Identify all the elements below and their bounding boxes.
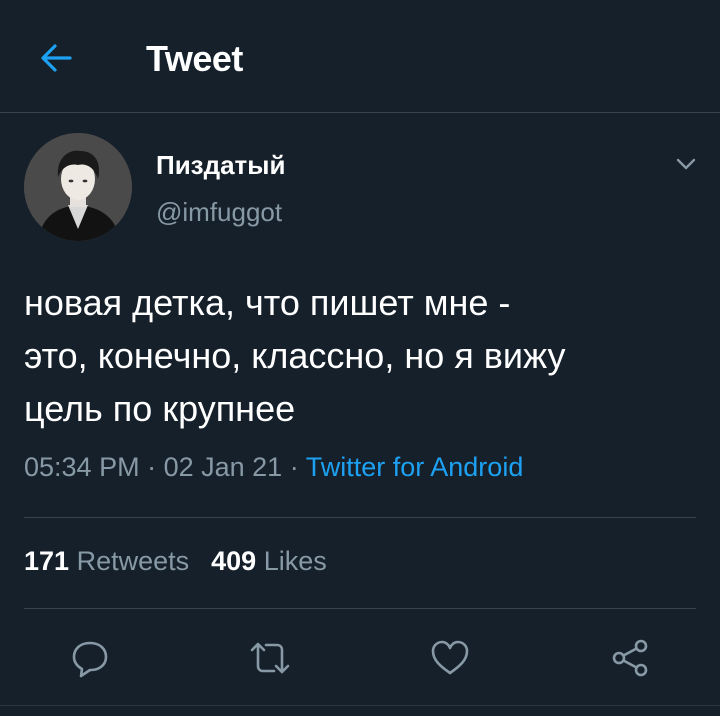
likes-label: Likes [263, 546, 327, 576]
likes-count: 409 [211, 546, 257, 576]
avatar[interactable] [24, 133, 132, 241]
retweets-label: Retweets [76, 546, 190, 576]
retweet-icon [250, 642, 290, 674]
action-bar [0, 630, 720, 686]
meta-separator: · [289, 452, 306, 482]
likes-stat[interactable]: 409 Likes [211, 546, 327, 576]
retweets-stat[interactable]: 171 Retweets [24, 546, 189, 576]
arrow-left-icon [41, 44, 72, 72]
user-name[interactable]: Пиздатый [156, 150, 285, 181]
tweet-line: новая детка, что пишет мне - [24, 282, 511, 323]
tweet-time: 05:34 PM [24, 452, 140, 482]
more-options-button[interactable] [672, 150, 700, 178]
share-button[interactable] [602, 630, 658, 686]
tweet-line: это, конечно, классно, но я вижу [24, 335, 566, 376]
chevron-down-icon [676, 158, 696, 170]
divider [24, 517, 696, 518]
tweet-source-link[interactable]: Twitter for Android [306, 452, 524, 482]
share-icon [612, 639, 648, 677]
avatar-image [24, 133, 132, 241]
divider [24, 608, 696, 609]
meta-separator: · [147, 452, 164, 482]
like-icon [431, 640, 469, 675]
tweet-text: новая детка, что пишет мне - это, конечн… [24, 276, 704, 435]
tweet-line: цель по крупнее [24, 388, 296, 429]
reply-icon [72, 641, 108, 678]
retweets-count: 171 [24, 546, 70, 576]
divider [0, 705, 720, 706]
user-handle[interactable]: @imfuggot [156, 197, 282, 228]
back-button[interactable] [36, 38, 76, 78]
reply-button[interactable] [62, 630, 118, 686]
page-title: Tweet [146, 38, 243, 79]
tweet-meta: 05:34 PM · 02 Jan 21 · Twitter for Andro… [24, 452, 523, 483]
tweet-stats: 171 Retweets 409 Likes [24, 546, 327, 577]
retweet-button[interactable] [242, 630, 298, 686]
like-button[interactable] [422, 630, 478, 686]
tweet-date: 02 Jan 21 [163, 452, 283, 482]
top-bar: Tweet [0, 0, 720, 113]
